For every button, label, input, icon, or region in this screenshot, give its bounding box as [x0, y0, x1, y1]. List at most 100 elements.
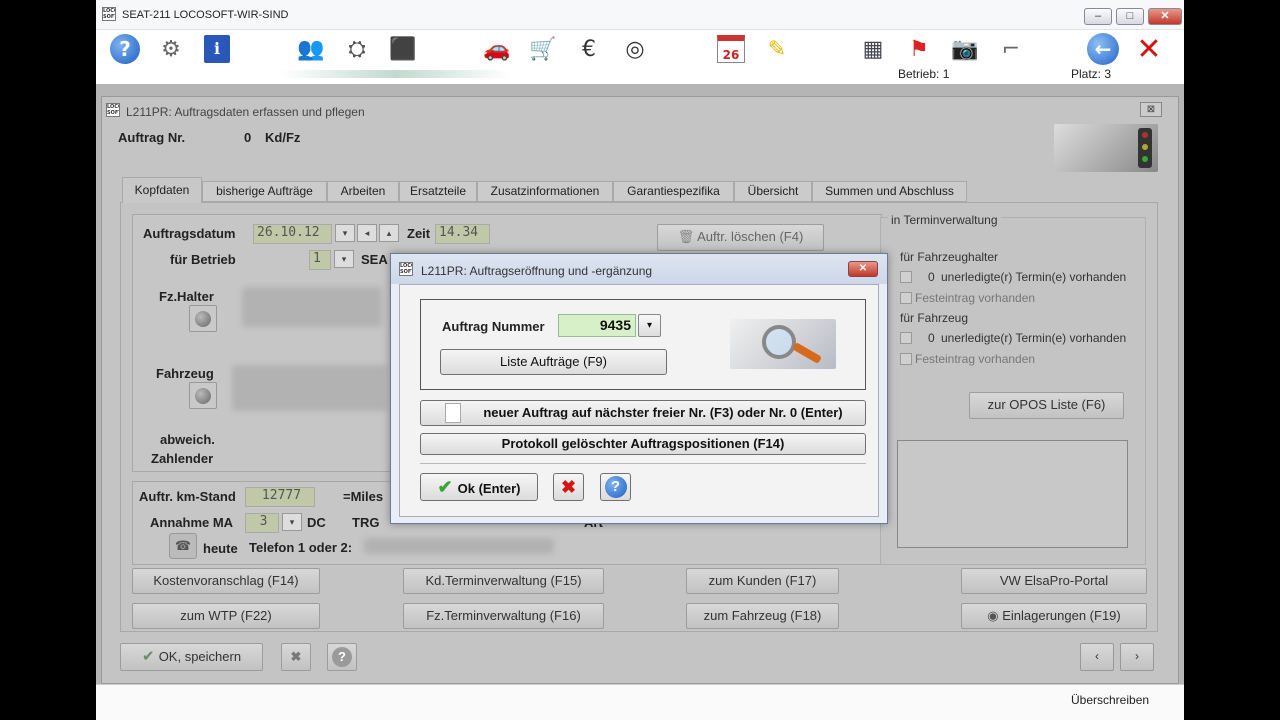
status-mode: Überschreiben: [1071, 693, 1150, 707]
betrieb-name: SEA: [361, 252, 388, 267]
tab-arbeiten[interactable]: Arbeiten: [327, 181, 399, 202]
halter-blurred: [242, 287, 382, 327]
dialog-close-button[interactable]: ✕: [848, 261, 878, 277]
protokoll-button[interactable]: Protokoll gelöschter Auftragspositionen …: [420, 433, 866, 455]
date-dropdown-button[interactable]: ▾: [335, 224, 355, 242]
elsapro-button[interactable]: VW ElsaPro-Portal: [961, 568, 1147, 594]
terminverwaltung-title: in Terminverwaltung: [888, 213, 1001, 227]
exit-icon[interactable]: ✕: [1132, 32, 1166, 67]
fz-termin-checkbox[interactable]: [900, 332, 912, 344]
zeit-field[interactable]: 14.34: [435, 224, 490, 244]
fz-halter-label: Fz.Halter: [159, 289, 214, 304]
annahme-dropdown-button[interactable]: ▾: [282, 513, 302, 531]
liste-auftraege-button[interactable]: Liste Aufträge (F9): [440, 349, 667, 375]
auftrag-loeschen-button[interactable]: 🗑 Auftr. löschen (F4): [657, 224, 824, 251]
phone-icon: ☎: [174, 538, 192, 553]
halter-fest-checkbox[interactable]: [900, 292, 912, 304]
cancel-icon: ✖: [290, 649, 302, 664]
sales-car-icon[interactable]: 🛒: [526, 32, 560, 66]
calculator-icon[interactable]: ▦: [856, 32, 890, 66]
checkmark-icon: ✔: [141, 648, 159, 665]
scanner-icon[interactable]: ⌐: [994, 32, 1028, 66]
workshop-car-icon[interactable]: 🚗: [480, 32, 514, 66]
delete-icon: 🗑: [677, 229, 698, 244]
fz-fest-checkbox[interactable]: [900, 353, 912, 365]
calendar-icon[interactable]: 26: [714, 32, 748, 66]
camera-icon[interactable]: 📷: [948, 32, 982, 66]
help-button[interactable]: ?: [327, 643, 357, 671]
auftrag-nummer-label: Auftrag Nummer: [442, 319, 545, 334]
zum-fahrzeug-button[interactable]: zum Fahrzeug (F18): [686, 603, 839, 629]
tab-uebersicht[interactable]: Übersicht: [734, 181, 812, 202]
tab-zusatzinformationen[interactable]: Zusatzinformationen: [477, 181, 613, 202]
close-window-button[interactable]: ✕: [1148, 8, 1182, 25]
fahrzeug-lookup-button[interactable]: [189, 382, 217, 409]
search-graphic-icon: [730, 319, 836, 369]
neuer-auftrag-button[interactable]: neuer Auftrag auf nächster freier Nr. (F…: [420, 400, 866, 426]
date-prev-button[interactable]: ◂: [357, 224, 377, 242]
cancel-button[interactable]: ✖: [281, 643, 311, 671]
betrieb-field[interactable]: 1: [309, 250, 331, 270]
opos-button[interactable]: zur OPOS Liste (F6): [969, 392, 1124, 419]
miles-label: =Miles: [343, 489, 384, 504]
dialog-divider: [420, 463, 866, 464]
tab-garantiespezifika[interactable]: Garantiespezifika: [613, 181, 734, 202]
customers-icon[interactable]: 👥: [294, 32, 328, 66]
fz-termin-label: für Fahrzeug: [900, 311, 969, 325]
km-stand-field[interactable]: 12777: [245, 487, 315, 507]
phone-button[interactable]: ☎: [169, 533, 197, 559]
einlagerungen-button[interactable]: ◉ Einlagerungen (F19): [961, 603, 1147, 629]
prev-record-button[interactable]: ‹: [1080, 643, 1114, 671]
back-arrow-icon[interactable]: ←: [1086, 32, 1120, 66]
ok-speichern-button[interactable]: ✔ OK, speichern: [120, 643, 263, 671]
tab-kopfdaten[interactable]: Kopfdaten: [122, 177, 202, 203]
info-book-icon[interactable]: i: [200, 32, 234, 66]
maximize-button[interactable]: □: [1116, 8, 1144, 25]
kd-terminverwaltung-button[interactable]: Kd.Terminverwaltung (F15): [403, 568, 604, 594]
auftrag-nummer-dropdown[interactable]: ▾: [638, 314, 661, 337]
auftragsdatum-field[interactable]: 26.10.12: [253, 224, 332, 244]
halter-termin-label: für Fahrzeughalter: [900, 250, 999, 264]
notes-icon[interactable]: ✎: [760, 32, 794, 66]
halter-termin-text: unerledigte(r) Termin(e) vorhanden: [941, 270, 1127, 284]
zum-kunden-button[interactable]: zum Kunden (F17): [686, 568, 839, 594]
tab-ersatzteile[interactable]: Ersatzteile: [399, 181, 477, 202]
support-icon[interactable]: ⚙: [154, 32, 188, 66]
tab-bisherige-auftraege[interactable]: bisherige Aufträge: [202, 181, 327, 202]
date-next-button[interactable]: ▴: [379, 224, 399, 242]
ok-enter-button[interactable]: ✔ Ok (Enter): [420, 473, 538, 501]
halter-lookup-button[interactable]: [189, 305, 217, 332]
globe-icon: [195, 388, 211, 404]
flag-icon[interactable]: ⚑: [902, 32, 936, 66]
next-record-button[interactable]: ›: [1120, 643, 1154, 671]
parts-icon[interactable]: ⛭: [340, 32, 374, 66]
kdfz-label: Kd/Fz: [265, 130, 301, 145]
stock-icon[interactable]: ⬛: [386, 32, 420, 66]
help-icon[interactable]: ?: [108, 32, 142, 66]
cancel-icon: ✖: [560, 477, 577, 497]
dialog-title-bar: LOCO SOFT L211PR: Auftragseröffnung und …: [391, 254, 887, 284]
globe-icon: [195, 311, 211, 327]
tab-summen-abschluss[interactable]: Summen und Abschluss: [812, 181, 967, 202]
fz-terminverwaltung-button[interactable]: Fz.Terminverwaltung (F16): [403, 603, 604, 629]
fz-termin-count: 0: [928, 331, 935, 345]
euro-icon[interactable]: €: [572, 32, 606, 66]
dialog-cancel-button[interactable]: ✖: [553, 473, 584, 501]
annahme-ma-field[interactable]: 3: [245, 513, 279, 533]
auftrag-dialog: LOCO SOFT L211PR: Auftragseröffnung und …: [390, 253, 888, 524]
zum-wtp-button[interactable]: zum WTP (F22): [132, 603, 320, 629]
termin-notes-box: [897, 440, 1128, 548]
tire-icon[interactable]: ◎: [618, 32, 652, 66]
fuer-betrieb-label: für Betrieb: [170, 252, 236, 267]
minimize-button[interactable]: –: [1084, 8, 1112, 25]
child-close-button[interactable]: ⊠: [1140, 102, 1162, 117]
betrieb-dropdown-button[interactable]: ▾: [334, 250, 354, 268]
zahlender-label: Zahlender: [151, 451, 214, 466]
annahme-ma-label: Annahme MA: [150, 515, 234, 530]
toolbar: ? ⚙ i 👥 ⛭ ⬛ 🚗 🛒 € ◎ 26 ✎ ▦ ⚑ 📷 ⌐ ← ✕ Bet…: [96, 30, 1184, 84]
dialog-logo: LOCO SOFT: [399, 262, 413, 276]
auftrag-nummer-field[interactable]: 9435: [558, 314, 636, 337]
halter-termin-checkbox[interactable]: [900, 271, 912, 283]
kostenvoranschlag-button[interactable]: Kostenvoranschlag (F14): [132, 568, 320, 594]
dialog-help-button[interactable]: ?: [600, 473, 631, 501]
